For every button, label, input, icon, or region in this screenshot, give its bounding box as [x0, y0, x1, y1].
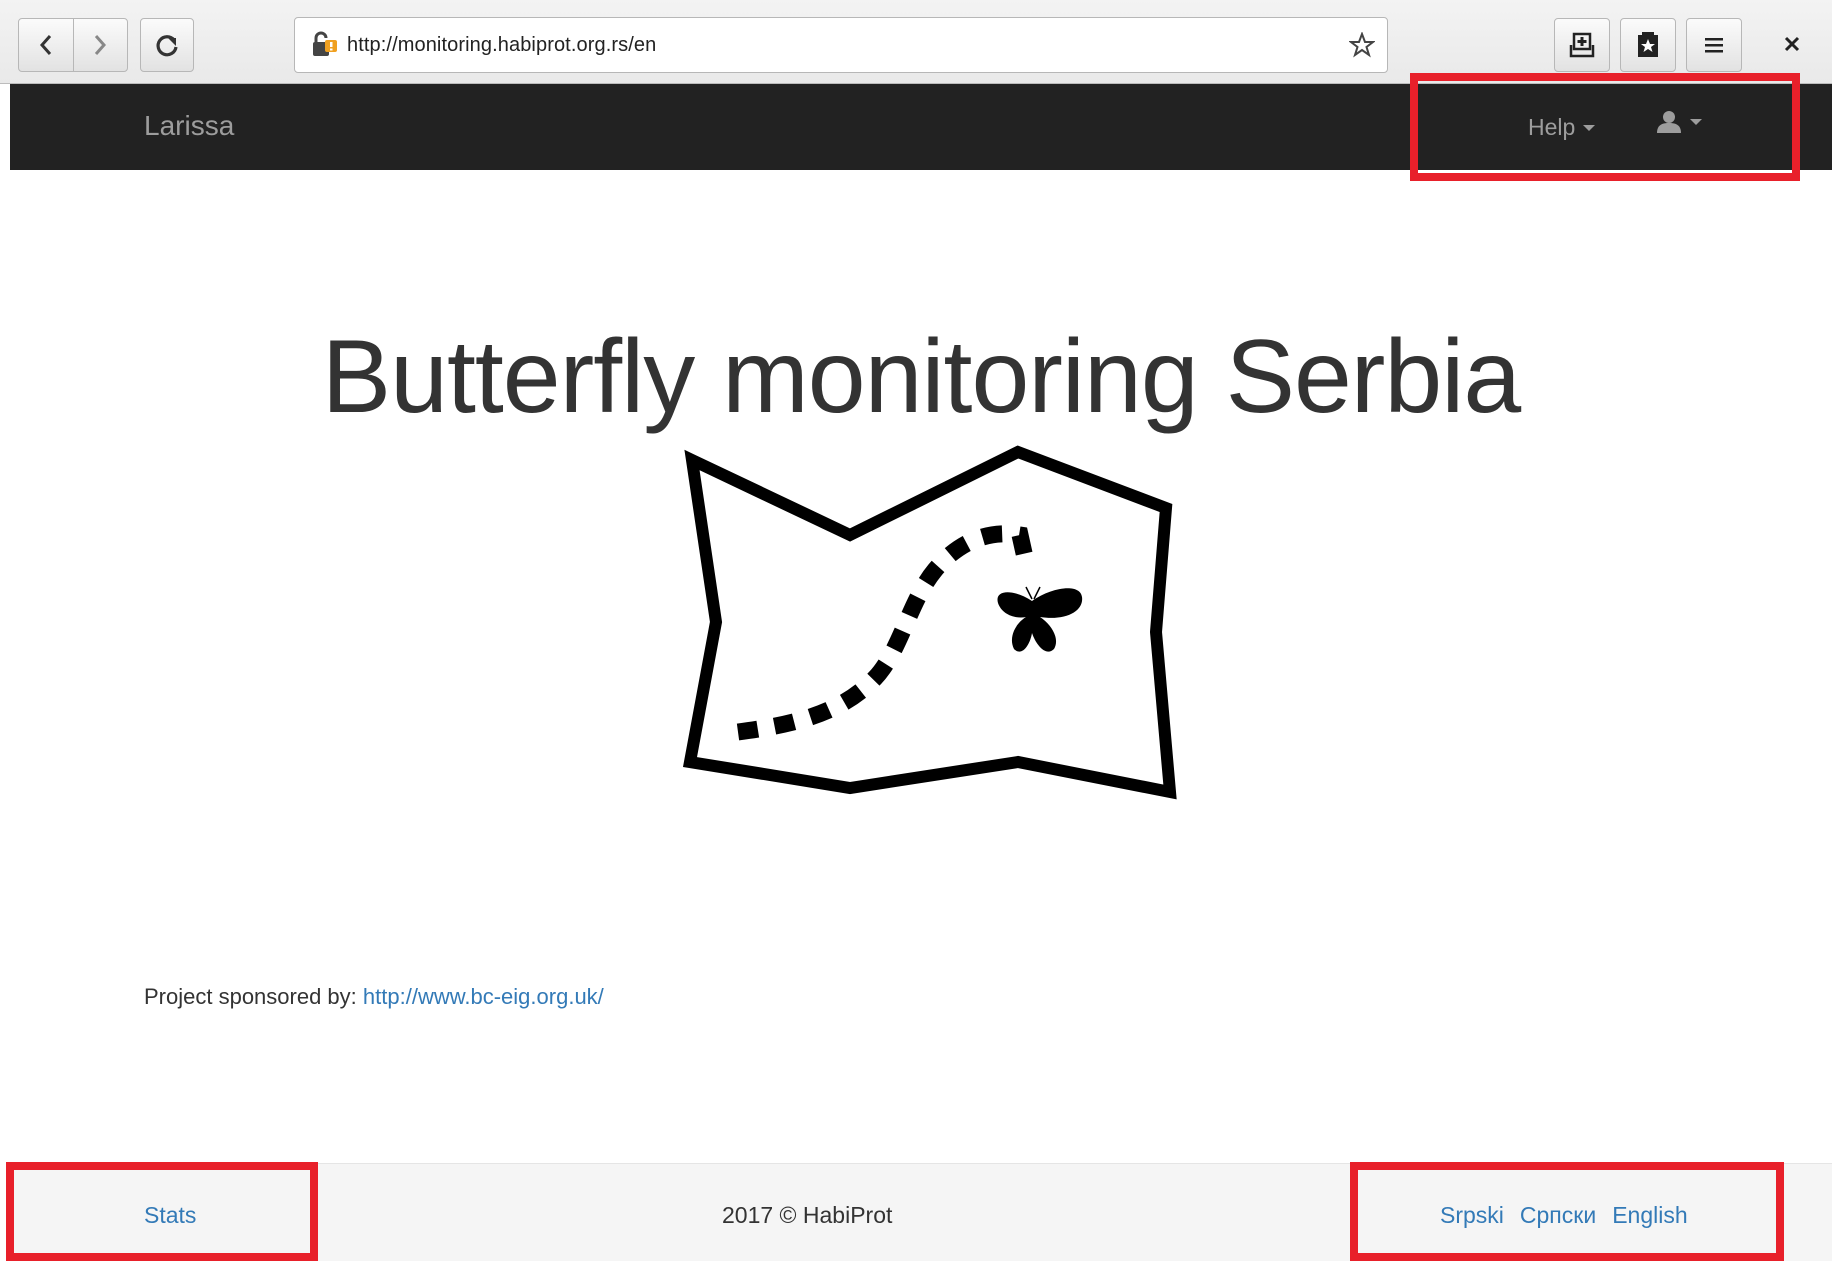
close-window-button[interactable]	[1780, 26, 1804, 62]
back-button[interactable]	[19, 19, 73, 71]
lang-english-link[interactable]: English	[1612, 1202, 1687, 1229]
chevron-left-icon	[39, 35, 51, 55]
menu-button[interactable]	[1686, 18, 1742, 72]
forward-button[interactable]	[72, 19, 128, 71]
bookmark-add-icon	[1569, 32, 1595, 58]
user-icon	[1657, 111, 1681, 133]
bookmark-star-icon[interactable]	[1349, 32, 1375, 58]
history-nav	[18, 18, 128, 72]
language-switcher: Srpski Српски English	[1440, 1202, 1688, 1229]
browser-toolbar: http://monitoring.habiprot.org.rs/en	[0, 0, 1832, 84]
bookmarks-button[interactable]	[1620, 18, 1676, 72]
page-title: Butterfly monitoring Serbia	[321, 319, 1521, 435]
copyright-text: 2017 © HabiProt	[722, 1202, 893, 1228]
site-footer: Stats 2017 © HabiProt Srpski Српски Engl…	[10, 1163, 1832, 1261]
close-icon	[1784, 36, 1800, 52]
main-content: Butterfly monitoring Serbia Project spon…	[10, 170, 1832, 1163]
caret-down-icon	[1690, 119, 1702, 125]
sponsor-link[interactable]: http://www.bc-eig.org.uk/	[363, 984, 604, 1009]
reload-icon	[156, 35, 178, 57]
caret-down-icon	[1583, 124, 1596, 131]
bookmarks-star-icon	[1638, 32, 1658, 57]
sponsor-text: Project sponsored by: http://www.bc-eig.…	[144, 984, 604, 1010]
sponsor-label: Project sponsored by:	[144, 984, 357, 1009]
help-label: Help	[1528, 114, 1576, 140]
butterfly-map-logo-icon	[682, 445, 1177, 800]
site-navbar: Larissa Help	[10, 84, 1832, 170]
hamburger-icon	[1705, 38, 1723, 53]
lang-srpski-latin-link[interactable]: Srpski	[1440, 1202, 1504, 1229]
help-dropdown[interactable]: Help	[1528, 114, 1596, 141]
add-bookmark-button[interactable]	[1554, 18, 1610, 72]
url-text[interactable]: http://monitoring.habiprot.org.rs/en	[347, 34, 656, 57]
user-dropdown[interactable]	[1656, 110, 1702, 134]
lang-srpski-cyrillic-link[interactable]: Српски	[1520, 1202, 1596, 1229]
brand-link[interactable]: Larissa	[144, 110, 234, 142]
address-bar[interactable]: http://monitoring.habiprot.org.rs/en	[294, 17, 1388, 73]
chevron-right-icon	[95, 35, 107, 55]
insecure-lock-icon	[313, 31, 337, 56]
stats-link[interactable]: Stats	[144, 1202, 196, 1229]
reload-button[interactable]	[140, 18, 194, 72]
